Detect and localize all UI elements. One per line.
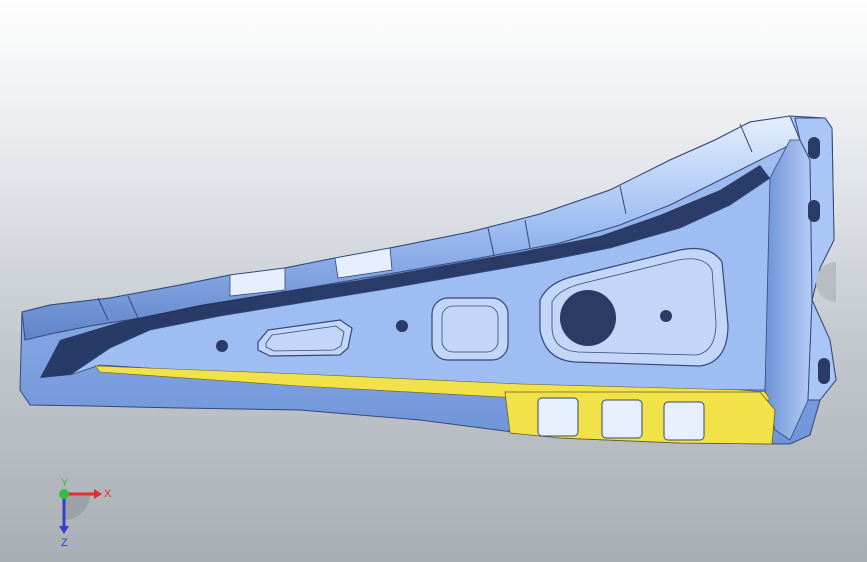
rib-pockets [537,397,705,441]
y-axis-dot [59,489,69,499]
y-axis-label: Y [61,478,69,489]
triad-shadow [64,494,90,520]
pilot-hole-3[interactable] [660,310,672,322]
large-round-hole[interactable] [560,290,616,346]
z-axis-label: Z [61,537,68,548]
z-arrowhead-icon [59,526,69,534]
pilot-hole-1[interactable] [216,340,228,352]
sheet-metal-part[interactable] [19,115,837,445]
square-emboss[interactable] [431,297,509,361]
side-wall[interactable] [764,139,813,441]
tab-slot-3 [818,358,830,384]
reference-triad: X Y Z [40,477,120,549]
pilot-hole-2[interactable] [396,320,408,332]
x-arrowhead-icon [94,489,102,499]
x-axis-label: X [104,488,112,500]
tab-slot-2 [808,200,820,222]
graphics-viewport[interactable] [0,0,867,562]
tab-slot-1 [808,137,820,159]
